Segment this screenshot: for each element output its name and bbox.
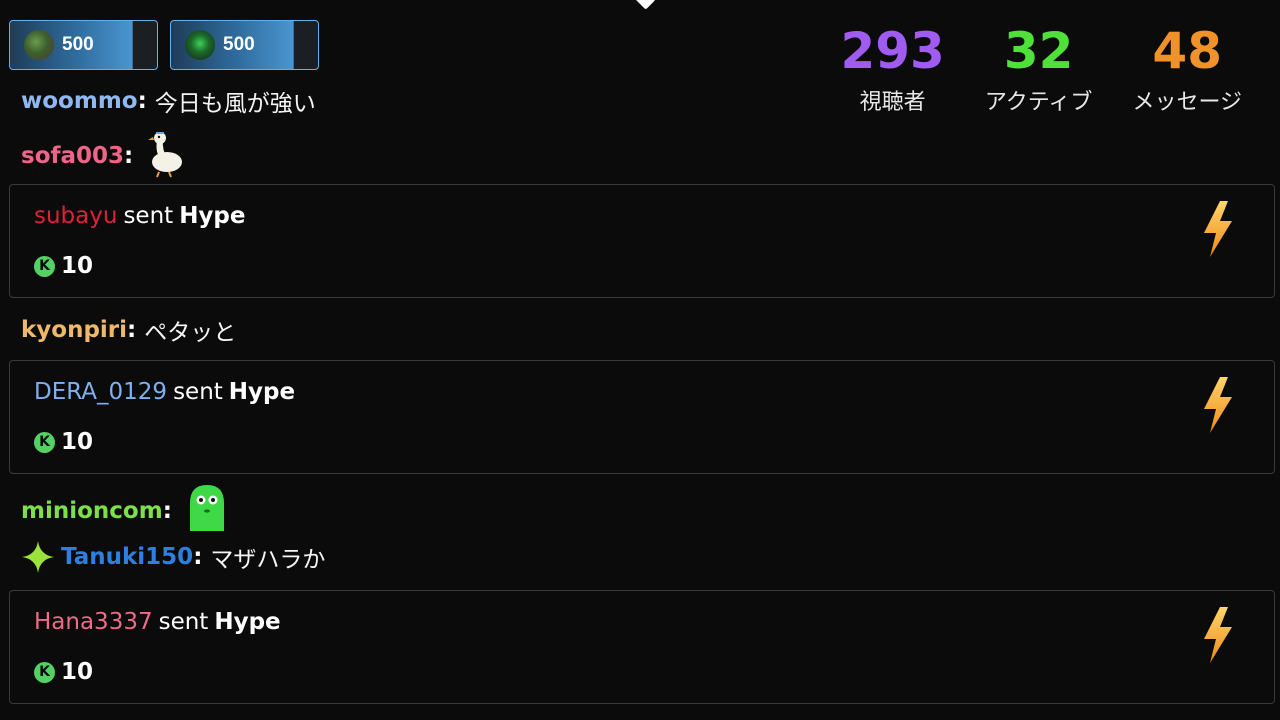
stat-active-label: アクティブ <box>984 90 1093 115</box>
hype-sent-text: sent <box>123 203 174 229</box>
chat-colon: : <box>124 143 134 169</box>
badge-progress-tail <box>293 21 318 69</box>
hype-card: subayu sent Hype K 10 <box>9 184 1275 298</box>
hype-username[interactable]: Hana3337 <box>34 609 153 635</box>
chat-username[interactable]: kyonpiri <box>21 317 127 343</box>
hype-card: DERA_0129 sent Hype K 10 <box>9 360 1275 474</box>
hype-amount: 10 <box>61 659 94 685</box>
chat-message: kyonpiri: ペタッと <box>21 313 236 347</box>
chat-message: Tanuki150: マザハラか <box>21 540 325 574</box>
hype-card: Hana3337 sent Hype K 10 <box>9 590 1275 704</box>
badge-amount: 500 <box>62 34 94 55</box>
badge-progress-tail <box>132 21 157 69</box>
hype-amount-row: K 10 <box>34 429 93 455</box>
stat-active-value: 32 <box>1003 22 1074 80</box>
stat-viewers: 293 視聴者 <box>840 22 944 116</box>
stat-active: 32 アクティブ <box>985 22 1093 116</box>
hype-sent-text: sent <box>173 379 223 405</box>
hype-username[interactable]: subayu <box>34 203 117 229</box>
coin-badges: 500 500 <box>9 20 319 70</box>
hype-amount: 10 <box>61 253 94 279</box>
chat-text: 今日も風が強い <box>154 91 316 117</box>
chat-message: minioncom: <box>21 483 230 539</box>
hype-line: DERA_0129 sent Hype <box>34 379 295 405</box>
sparkle-icon <box>21 540 55 574</box>
goose-emote-icon <box>145 128 189 184</box>
stat-viewers-label: 視聴者 <box>859 90 926 115</box>
chat-text: マザハラか <box>210 547 326 573</box>
coin-badge-2[interactable]: 500 <box>170 20 319 70</box>
lightning-bolt-icon <box>1200 199 1236 263</box>
lightning-bolt-icon <box>1200 605 1236 669</box>
top-notch-indicator <box>634 0 656 10</box>
k-coin-icon: K <box>34 661 55 683</box>
hype-sent-text: sent <box>158 609 209 635</box>
coin-badge-1[interactable]: 500 <box>9 20 158 70</box>
hype-username[interactable]: DERA_0129 <box>34 379 167 405</box>
green-blob-emote-icon <box>184 483 230 539</box>
hype-amount-row: K 10 <box>34 253 93 279</box>
chat-message: sofa003: <box>21 128 189 184</box>
chat-colon: : <box>127 317 137 343</box>
k-coin-icon: K <box>34 255 55 277</box>
hype-line: subayu sent Hype <box>34 203 246 229</box>
stream-stats: 293 視聴者 32 アクティブ 48 メッセージ <box>840 22 1242 116</box>
hype-gift-name: Hype <box>179 203 246 229</box>
lightning-bolt-icon <box>1200 375 1236 439</box>
chat-username[interactable]: woommo <box>21 88 138 114</box>
chat-text: ペタッと <box>144 320 237 346</box>
hype-gift-name: Hype <box>214 609 281 635</box>
chat-username[interactable]: minioncom <box>21 498 163 524</box>
stat-messages-label: メッセージ <box>1132 90 1242 115</box>
stat-messages-value: 48 <box>1152 22 1223 80</box>
hype-line: Hana3337 sent Hype <box>34 609 281 635</box>
green-avatar-icon <box>185 30 215 60</box>
chat-username[interactable]: Tanuki150 <box>61 544 193 570</box>
chat-colon: : <box>137 88 147 114</box>
badge-amount: 500 <box>223 34 255 55</box>
chat-colon: : <box>162 498 172 524</box>
chat-colon: : <box>193 544 203 570</box>
chat-message: woommo: 今日も風が強い <box>21 84 316 118</box>
k-coin-icon: K <box>34 431 55 453</box>
hype-amount-row: K 10 <box>34 659 93 685</box>
chat-username[interactable]: sofa003 <box>21 143 124 169</box>
user-avatar-icon <box>24 30 54 60</box>
stat-messages: 48 メッセージ <box>1132 22 1242 116</box>
hype-amount: 10 <box>61 429 94 455</box>
hype-gift-name: Hype <box>228 379 296 405</box>
stat-viewers-value: 293 <box>840 22 945 80</box>
